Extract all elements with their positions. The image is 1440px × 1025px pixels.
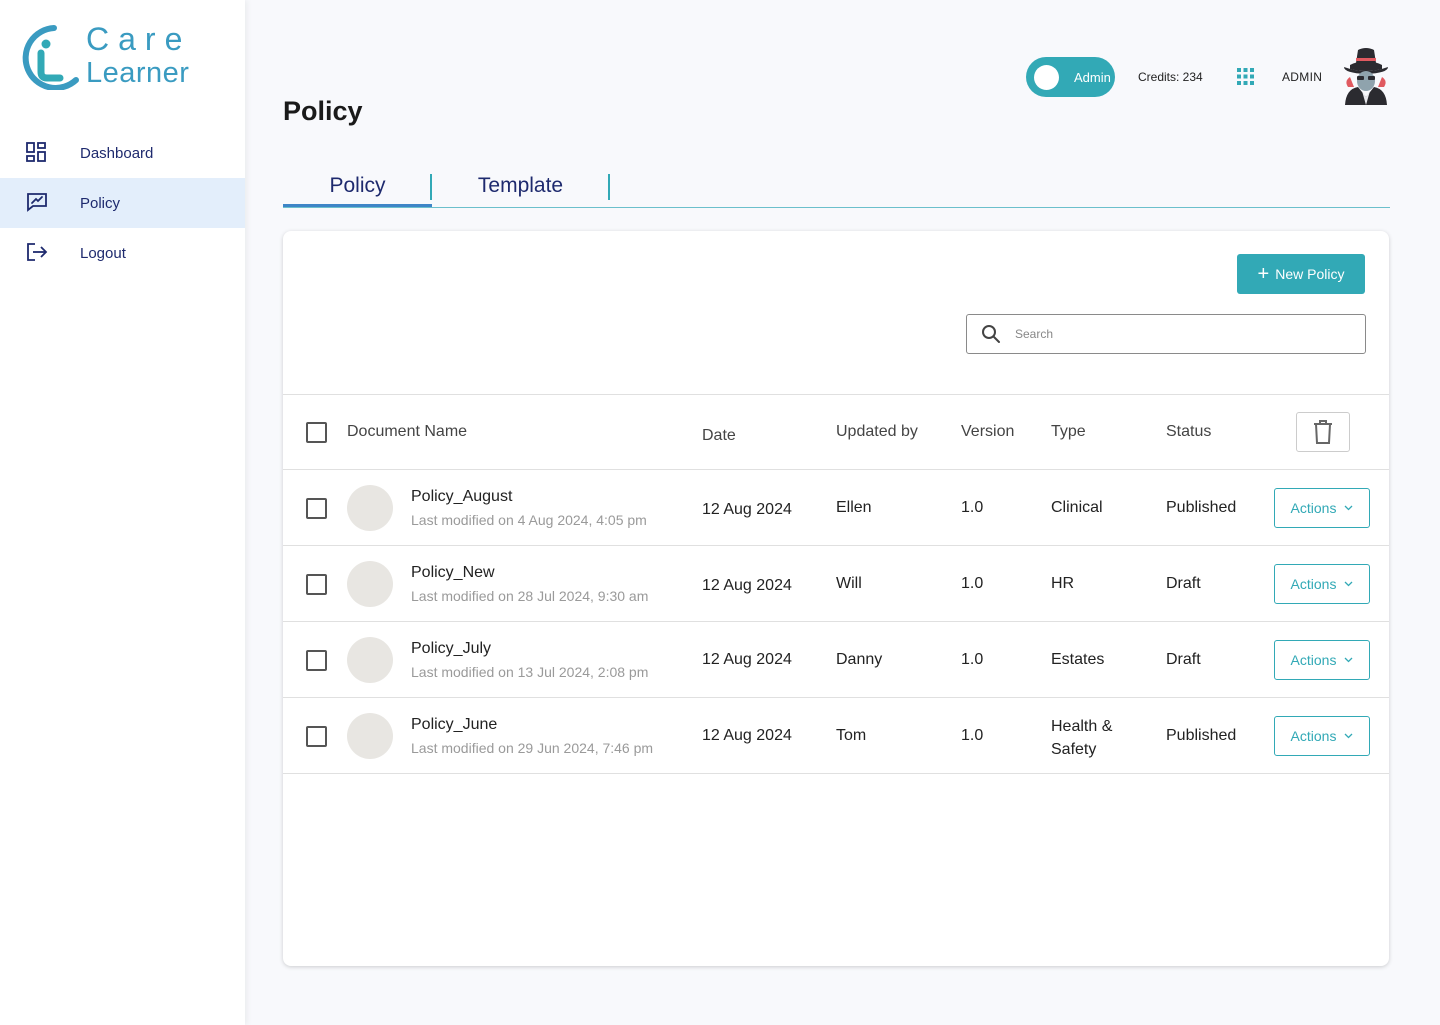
table-row[interactable]: Policy_August Last modified on 4 Aug 202… [283,470,1389,546]
role-toggle-label: Admin [1074,69,1111,85]
role-toggle[interactable]: Admin [1026,57,1115,97]
cell-date: 12 Aug 2024 [702,651,792,668]
tab-bar: Policy Template [283,168,1390,208]
sidebar-item-label: Policy [80,194,121,212]
column-header-version[interactable]: Version [961,423,1014,441]
actions-dropdown[interactable]: Actions [1274,488,1370,528]
chevron-down-icon [1344,505,1353,511]
plus-icon: + [1257,263,1270,285]
chevron-down-icon [1344,733,1353,739]
column-header-updated-by[interactable]: Updated by [836,423,918,441]
cell-updated-by: Tom [836,727,867,744]
toggle-knob [1034,64,1059,90]
document-name[interactable]: Policy_New [411,564,495,582]
cell-type: Estates [1051,651,1105,668]
document-name[interactable]: Policy_August [411,488,512,506]
actions-label: Actions [1290,652,1337,668]
document-thumbnail [347,637,393,683]
cell-date: 12 Aug 2024 [702,501,792,518]
logout-icon [26,242,48,264]
dashboard-icon [26,142,48,164]
document-thumbnail [347,485,393,531]
cell-status: Published [1166,727,1237,744]
sidebar-item-label: Dashboard [80,144,154,162]
search-input[interactable] [1015,327,1355,341]
cell-type: Clinical [1051,499,1103,516]
actions-dropdown[interactable]: Actions [1274,640,1370,680]
row-checkbox[interactable] [306,574,327,595]
cell-updated-by: Ellen [836,499,872,516]
actions-dropdown[interactable]: Actions [1274,564,1370,604]
cell-date: 12 Aug 2024 [702,727,792,744]
document-modified: Last modified on 29 Jun 2024, 7:46 pm [411,740,654,756]
column-header-status[interactable]: Status [1166,423,1211,441]
user-name: ADMIN [1282,70,1323,84]
column-header-date[interactable]: Date [702,427,736,445]
actions-label: Actions [1290,728,1337,744]
cell-status: Published [1166,499,1237,516]
sidebar-nav: Dashboard Policy Logout [0,128,245,278]
actions-label: Actions [1290,576,1337,592]
chevron-down-icon [1344,657,1353,663]
new-policy-label: New Policy [1275,266,1345,282]
actions-dropdown[interactable]: Actions [1274,716,1370,756]
document-modified: Last modified on 13 Jul 2024, 2:08 pm [411,664,649,680]
cell-updated-by: Will [836,575,862,592]
sidebar-item-logout[interactable]: Logout [0,228,245,278]
row-checkbox[interactable] [306,726,327,747]
document-thumbnail [347,713,393,759]
cell-type: Health & Safety [1051,718,1113,758]
search-box[interactable] [966,314,1366,354]
cell-updated-by: Danny [836,651,883,668]
table-row[interactable]: Policy_June Last modified on 29 Jun 2024… [283,698,1389,774]
brand-wordmark: Care Learner [86,22,191,90]
brand-line-2: Learner [86,57,190,89]
table-row[interactable]: Policy_New Last modified on 28 Jul 2024,… [283,546,1389,622]
search-icon [982,325,1000,343]
brand-logo[interactable]: Care Learner [14,22,214,94]
cell-version: 1.0 [961,499,984,516]
cell-version: 1.0 [961,651,984,668]
sidebar-item-policy[interactable]: Policy [0,178,245,228]
chevron-down-icon [1344,581,1353,587]
cell-version: 1.0 [961,727,984,744]
table-header: Document Name Date Updated by Version Ty… [283,394,1389,470]
document-thumbnail [347,561,393,607]
cell-version: 1.0 [961,575,984,592]
tab-divider [430,174,432,200]
row-checkbox[interactable] [306,650,327,671]
grid-apps-icon[interactable] [1237,68,1254,85]
select-all-checkbox[interactable] [306,422,327,443]
cell-date: 12 Aug 2024 [702,577,792,594]
policy-card: + New Policy Document Name Date Updated … [283,231,1389,966]
policy-table: Document Name Date Updated by Version Ty… [283,394,1389,774]
document-modified: Last modified on 28 Jul 2024, 9:30 am [411,588,649,604]
tab-template[interactable]: Template [433,168,608,206]
table-row[interactable]: Policy_July Last modified on 13 Jul 2024… [283,622,1389,698]
document-name[interactable]: Policy_July [411,640,491,658]
brand-line-1: Care [86,21,192,57]
column-header-document-name[interactable]: Document Name [347,423,467,441]
sidebar: Care Learner Dashboard Policy Logout [0,0,245,1025]
document-name[interactable]: Policy_June [411,716,497,734]
delete-selected-button[interactable] [1296,412,1350,452]
credits-counter: Credits: 234 [1138,70,1203,84]
page-title: Policy [283,96,363,126]
row-checkbox[interactable] [306,498,327,519]
policy-icon [26,192,48,214]
cell-status: Draft [1166,651,1201,668]
sidebar-item-label: Logout [80,244,126,262]
cell-status: Draft [1166,575,1201,592]
tab-divider [608,174,610,200]
cell-type: HR [1051,575,1075,592]
new-policy-button[interactable]: + New Policy [1237,254,1365,294]
trash-icon [1314,420,1332,444]
document-modified: Last modified on 4 Aug 2024, 4:05 pm [411,512,647,528]
care-learner-logo-icon [22,25,79,90]
column-header-type[interactable]: Type [1051,423,1086,441]
sidebar-item-dashboard[interactable]: Dashboard [0,128,245,178]
spy-avatar-icon[interactable] [1342,47,1390,105]
tab-policy[interactable]: Policy [283,168,432,207]
actions-label: Actions [1290,500,1337,516]
